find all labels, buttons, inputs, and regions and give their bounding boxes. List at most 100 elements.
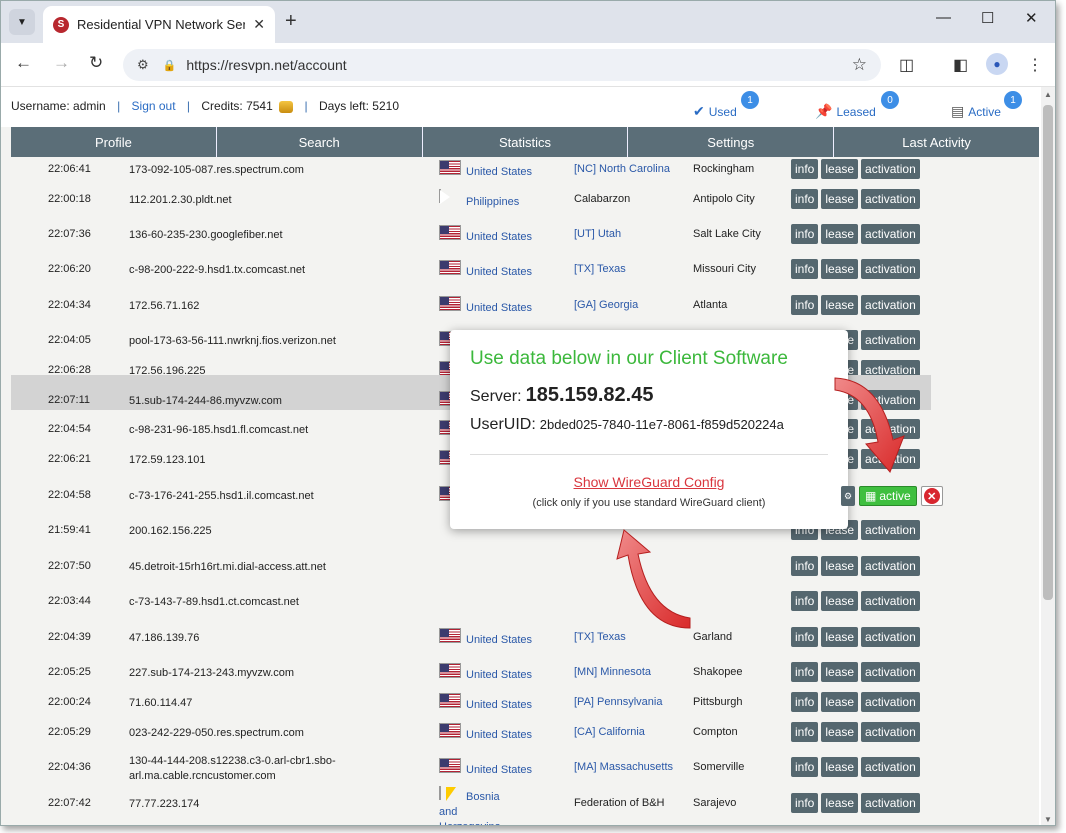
info-button[interactable]: info (791, 662, 819, 682)
row-country[interactable]: Philippines (466, 195, 519, 210)
activation-button[interactable]: activation (861, 330, 920, 350)
info-button[interactable]: info (791, 627, 819, 647)
extensions-icon[interactable]: ◫ (899, 55, 914, 75)
active-button[interactable]: ▦ active (859, 486, 917, 506)
scroll-up-icon[interactable]: ▲ (1044, 90, 1052, 99)
activation-button[interactable]: activation (861, 692, 920, 712)
info-button[interactable]: info (791, 259, 819, 279)
row-country[interactable]: United States (466, 633, 532, 648)
info-button[interactable]: info (791, 793, 819, 813)
stat-leased[interactable]: 📌 Leased 0 (815, 91, 899, 120)
row-region[interactable]: [TX] Texas (574, 631, 626, 643)
info-button[interactable]: info (791, 224, 819, 244)
activation-button[interactable]: activation (861, 722, 920, 742)
row-region[interactable]: [MA] Massachusetts (574, 761, 673, 773)
lease-button[interactable]: lease (821, 627, 859, 647)
row-country[interactable]: United States (466, 265, 532, 280)
maximize-icon[interactable]: ☐ (981, 9, 994, 27)
signout-link[interactable]: Sign out (132, 99, 176, 113)
lease-button[interactable]: lease (821, 189, 859, 209)
lease-button[interactable]: lease (821, 556, 859, 576)
bookmark-star-icon[interactable]: ☆ (852, 55, 867, 75)
lease-button[interactable]: lease (821, 591, 859, 611)
info-button[interactable]: info (791, 722, 819, 742)
activation-button[interactable]: activation (861, 224, 920, 244)
close-window-icon[interactable]: ✕ (1025, 9, 1038, 27)
site-settings-icon[interactable]: ⚙ (137, 57, 149, 73)
close-icon[interactable]: ✕ (253, 16, 265, 33)
info-button[interactable]: info (791, 159, 819, 179)
row-country[interactable]: United States (466, 763, 532, 778)
info-button[interactable]: info (791, 692, 819, 712)
lease-button[interactable]: lease (821, 692, 859, 712)
info-button[interactable]: info (791, 757, 819, 777)
row-country[interactable]: United States (466, 230, 532, 245)
lease-button[interactable]: lease (821, 722, 859, 742)
activation-button-partial[interactable]: ⚙ (841, 486, 855, 506)
activation-button[interactable]: activation (861, 295, 920, 315)
row-country[interactable]: United States (466, 698, 532, 713)
user-uid[interactable]: 2bded025-7840-11e7-8061-f859d520224a (540, 417, 784, 432)
info-button[interactable]: info (791, 189, 819, 209)
activation-button[interactable]: activation (861, 793, 920, 813)
row-country[interactable]: United States (466, 728, 532, 743)
menu-profile[interactable]: Profile (11, 127, 217, 157)
info-button[interactable]: info (791, 295, 819, 315)
row-country[interactable]: Bosnia and Herzegovina (439, 790, 519, 825)
info-button[interactable]: info (791, 556, 819, 576)
activation-button[interactable]: activation (861, 449, 920, 469)
row-country[interactable]: United States (466, 165, 532, 180)
activation-button[interactable]: activation (861, 662, 920, 682)
row-region[interactable]: [PA] Pennsylvania (574, 696, 662, 708)
forward-arrow-icon[interactable]: → (53, 53, 70, 73)
browser-tab[interactable]: S Residential VPN Network Servic ✕ (43, 6, 275, 43)
lease-button[interactable]: lease (821, 224, 859, 244)
row-country[interactable]: United States (466, 668, 532, 683)
menu-dots-icon[interactable]: ⋮ (1027, 55, 1043, 75)
menu-statistics[interactable]: Statistics (423, 127, 629, 157)
profile-avatar[interactable]: ● (986, 53, 1008, 75)
activation-button[interactable]: activation (861, 189, 920, 209)
deactivate-button[interactable]: ✕ (920, 486, 943, 506)
side-panel-icon[interactable]: ◧ (953, 55, 968, 75)
activation-button[interactable]: activation (861, 520, 920, 540)
row-region[interactable]: [TX] Texas (574, 263, 626, 275)
address-bar[interactable]: ⚙ 🔒 https://resvpn.net/account ☆ (123, 49, 881, 81)
activation-button[interactable]: activation (861, 627, 920, 647)
lease-button[interactable]: lease (821, 159, 859, 179)
scrollbar[interactable]: ▲ ▼ (1041, 87, 1055, 825)
server-ip[interactable]: 185.159.82.45 (526, 384, 654, 406)
activation-button[interactable]: activation (861, 159, 920, 179)
scroll-down-icon[interactable]: ▼ (1044, 815, 1052, 824)
row-region[interactable]: [CA] California (574, 726, 645, 738)
menu-settings[interactable]: Settings (628, 127, 835, 157)
lease-button[interactable]: lease (821, 295, 859, 315)
activation-button[interactable]: activation (861, 757, 920, 777)
info-button[interactable]: info (791, 591, 819, 611)
menu-last-activity[interactable]: Last Activity (834, 127, 1039, 157)
stat-used[interactable]: ✔ Used 1 (693, 91, 759, 120)
minimize-icon[interactable]: — (936, 9, 951, 26)
scroll-thumb[interactable] (1043, 105, 1053, 600)
lease-button[interactable]: lease (821, 259, 859, 279)
activation-button[interactable]: activation (861, 556, 920, 576)
row-region[interactable]: [GA] Georgia (574, 299, 638, 311)
reload-icon[interactable]: ↻ (89, 53, 103, 73)
lease-button[interactable]: lease (821, 662, 859, 682)
activation-button[interactable]: activation (861, 591, 920, 611)
row-country[interactable]: United States (466, 301, 532, 316)
row-region[interactable]: [UT] Utah (574, 228, 621, 240)
stat-active[interactable]: ▤ Active 1 (951, 91, 1022, 120)
activation-button[interactable]: activation (861, 259, 920, 279)
activation-button[interactable]: activation (861, 419, 920, 439)
tab-search-button[interactable]: ▼ (9, 9, 35, 35)
activation-button[interactable]: activation (861, 390, 920, 410)
new-tab-button[interactable]: + (285, 10, 297, 33)
menu-search[interactable]: Search (217, 127, 423, 157)
lease-button[interactable]: lease (821, 793, 859, 813)
row-region[interactable]: [MN] Minnesota (574, 666, 651, 678)
back-arrow-icon[interactable]: ← (15, 53, 32, 73)
wireguard-config-link[interactable]: Show WireGuard Config (450, 474, 848, 490)
row-region[interactable]: [NC] North Carolina (574, 163, 670, 175)
lease-button[interactable]: lease (821, 757, 859, 777)
